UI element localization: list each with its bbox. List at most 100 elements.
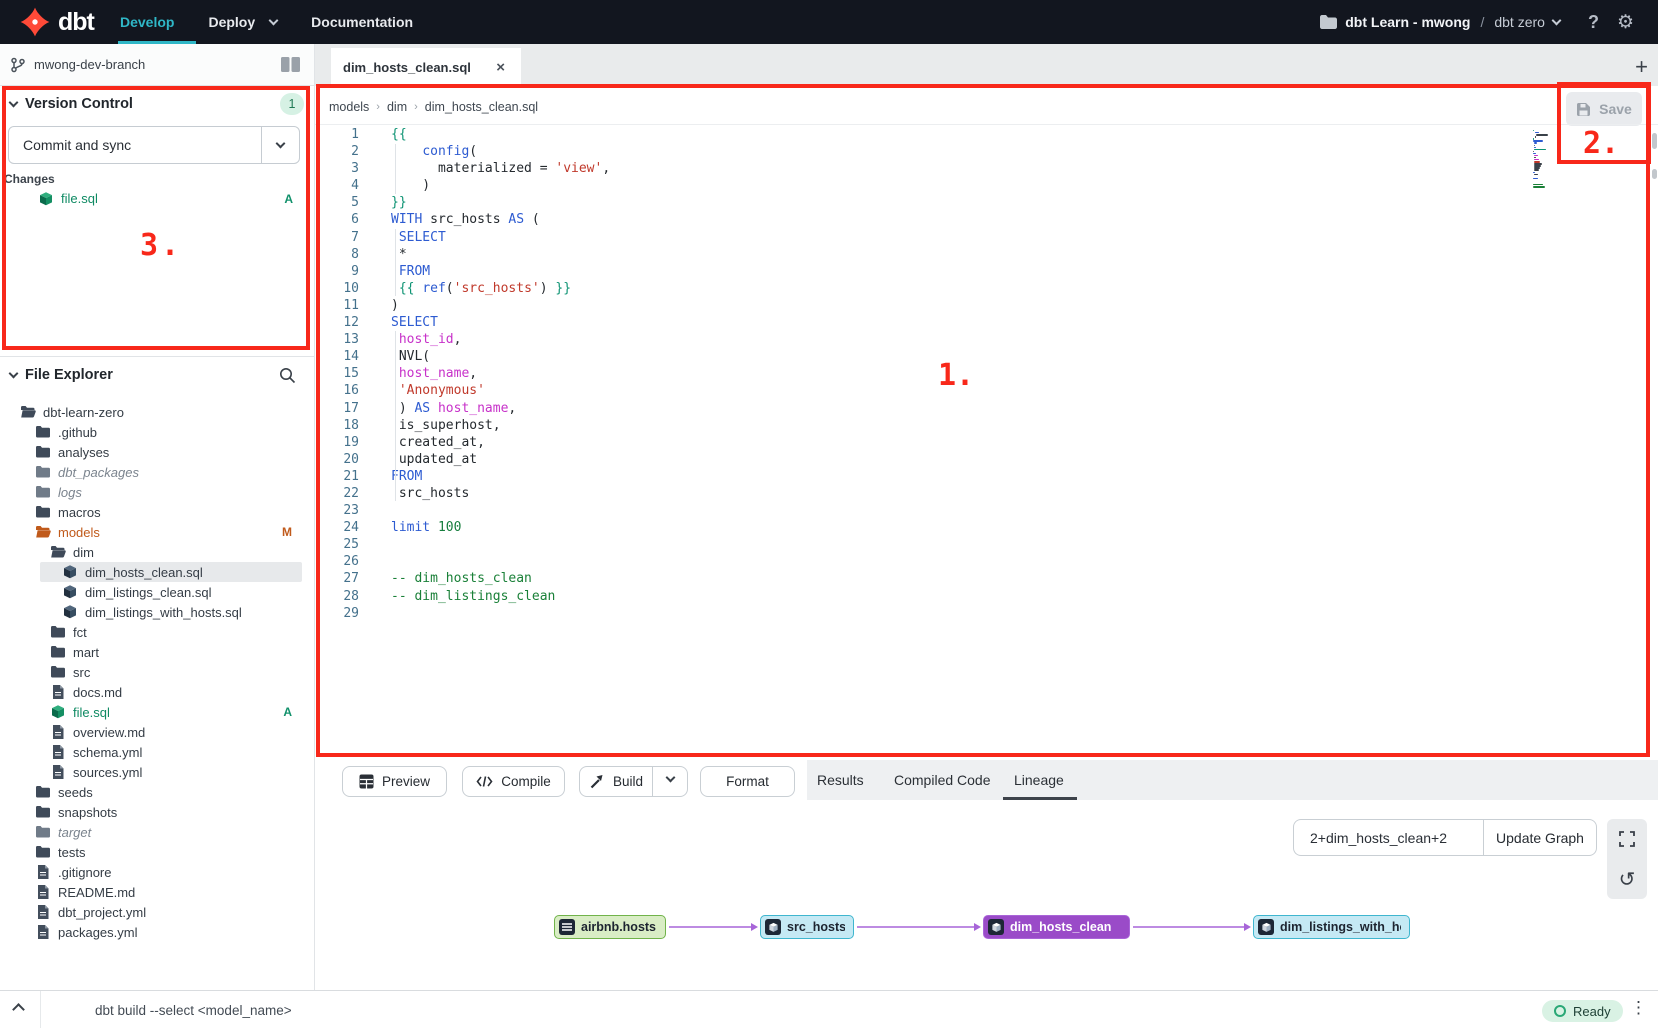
model-icon bbox=[62, 564, 78, 580]
new-tab-icon[interactable]: + bbox=[1635, 54, 1648, 80]
nav-item-develop[interactable]: Develop bbox=[120, 14, 174, 30]
editor-scrollbar-thumb[interactable] bbox=[1652, 133, 1657, 149]
tree-item-packages.yml[interactable]: packages.yml bbox=[0, 922, 314, 942]
format-button-label: Format bbox=[726, 774, 769, 789]
tree-item-snapshots[interactable]: snapshots bbox=[0, 802, 314, 822]
tree-item-logs[interactable]: logs bbox=[0, 482, 314, 502]
tab-compiled-code[interactable]: Compiled Code bbox=[894, 760, 991, 800]
lineage-node-dim_listings_with_hosts[interactable]: dim_listings_with_hosts bbox=[1253, 915, 1410, 939]
tree-item-label: sources.yml bbox=[73, 765, 142, 780]
tab-results[interactable]: Results bbox=[817, 760, 864, 800]
tree-item-seeds[interactable]: seeds bbox=[0, 782, 314, 802]
command-input[interactable]: dbt build --select <model_name> bbox=[95, 991, 292, 1028]
tree-item-fct[interactable]: fct bbox=[0, 622, 314, 642]
tree-item-.github[interactable]: .github bbox=[0, 422, 314, 442]
tree-item-schema.yml[interactable]: schema.yml bbox=[0, 742, 314, 762]
model-cube-icon bbox=[1258, 919, 1274, 935]
tree-item-label: overview.md bbox=[73, 725, 145, 740]
change-file-name: file.sql bbox=[61, 191, 98, 206]
change-status-badge: A bbox=[284, 192, 293, 206]
code-line-9: FROM bbox=[391, 263, 610, 280]
fullscreen-icon[interactable] bbox=[1609, 821, 1645, 857]
commit-and-sync-button[interactable]: Commit and sync bbox=[8, 126, 300, 164]
tree-item-.gitignore[interactable]: .gitignore bbox=[0, 862, 314, 882]
reset-view-icon[interactable]: ↺ bbox=[1609, 861, 1645, 897]
project-name[interactable]: dbt Learn - mwong bbox=[1345, 14, 1470, 30]
breadcrumb-dim[interactable]: dim bbox=[387, 100, 407, 114]
compile-button[interactable]: Compile bbox=[462, 766, 565, 797]
code-content[interactable]: {{ config( materialized = 'view', )}}WIT… bbox=[391, 126, 610, 622]
sidebar: Version Control 1 Commit and sync Change… bbox=[0, 86, 315, 990]
docs-book-icon[interactable] bbox=[281, 57, 300, 72]
code-line-28: -- dim_listings_clean bbox=[391, 588, 610, 605]
tree-item-label: dbt-learn-zero bbox=[43, 405, 124, 420]
environment-name[interactable]: dbt zero bbox=[1494, 14, 1545, 30]
branch-bar: mwong-dev-branch bbox=[0, 44, 315, 86]
format-button[interactable]: Format bbox=[700, 766, 795, 797]
tree-item-dbt_project.yml[interactable]: dbt_project.yml bbox=[0, 902, 314, 922]
tree-item-file.sql[interactable]: file.sqlA bbox=[0, 702, 314, 722]
tree-item-dim_listings_with_hosts.sql[interactable]: dim_listings_with_hosts.sql bbox=[0, 602, 314, 622]
top-nav: dbt Develop Deploy Documentation dbt Lea… bbox=[0, 0, 1658, 44]
build-button[interactable]: Build bbox=[579, 766, 688, 797]
lineage-node-src_hosts[interactable]: src_hosts bbox=[760, 915, 854, 939]
tree-item-tests[interactable]: tests bbox=[0, 842, 314, 862]
update-graph-button[interactable]: Update Graph bbox=[1483, 819, 1597, 856]
folder-icon bbox=[35, 464, 51, 480]
commit-options-split[interactable] bbox=[261, 127, 299, 163]
tree-item-mart[interactable]: mart bbox=[0, 642, 314, 662]
editor-scrollbar-thumb[interactable] bbox=[1652, 169, 1657, 179]
file-explorer-header[interactable]: File Explorer bbox=[0, 357, 314, 393]
tree-item-dbt_packages[interactable]: dbt_packages bbox=[0, 462, 314, 482]
breadcrumb-models[interactable]: models bbox=[329, 100, 369, 114]
tree-item-target[interactable]: target bbox=[0, 822, 314, 842]
version-control-header[interactable]: Version Control 1 bbox=[0, 86, 314, 122]
breadcrumb-file[interactable]: dim_hosts_clean.sql bbox=[425, 100, 538, 114]
env-chevron-down-icon[interactable] bbox=[1552, 16, 1562, 26]
lineage-selector-input[interactable]: 2+dim_hosts_clean+2 bbox=[1293, 819, 1483, 856]
tree-item-README.md[interactable]: README.md bbox=[0, 882, 314, 902]
tree-item-overview.md[interactable]: overview.md bbox=[0, 722, 314, 742]
tree-item-src[interactable]: src bbox=[0, 662, 314, 682]
tree-item-docs.md[interactable]: docs.md bbox=[0, 682, 314, 702]
tree-item-dim[interactable]: dim bbox=[0, 542, 314, 562]
tab-lineage[interactable]: Lineage bbox=[1014, 760, 1064, 800]
search-icon[interactable] bbox=[279, 367, 296, 384]
tree-item-dbt-learn-zero[interactable]: dbt-learn-zero bbox=[0, 402, 314, 422]
tab-close-icon[interactable]: × bbox=[492, 59, 509, 76]
tree-item-models[interactable]: modelsM bbox=[0, 522, 314, 542]
folder-open-icon bbox=[50, 544, 66, 560]
preview-button-label: Preview bbox=[382, 774, 430, 789]
save-button[interactable]: Save bbox=[1566, 92, 1642, 126]
help-icon[interactable]: ? bbox=[1588, 12, 1599, 33]
tab-dim-hosts-clean[interactable]: dim_hosts_clean.sql × bbox=[331, 48, 521, 86]
dbt-logo[interactable]: dbt bbox=[0, 7, 120, 37]
section-chevron-down-icon bbox=[9, 97, 19, 107]
build-chevron-down-icon[interactable] bbox=[666, 773, 676, 783]
change-item-file.sql[interactable]: file.sql A bbox=[0, 188, 315, 209]
nav-item-documentation[interactable]: Documentation bbox=[311, 14, 413, 30]
tree-item-macros[interactable]: macros bbox=[0, 502, 314, 522]
code-line-2: config( bbox=[391, 143, 610, 160]
preview-button[interactable]: Preview bbox=[342, 766, 447, 797]
nav-item-deploy[interactable]: Deploy bbox=[208, 14, 277, 30]
tree-item-label: analyses bbox=[58, 445, 109, 460]
lineage-node-dim_hosts_clean[interactable]: dim_hosts_clean bbox=[983, 915, 1130, 939]
tree-item-analyses[interactable]: analyses bbox=[0, 442, 314, 462]
indent-guide bbox=[395, 331, 396, 501]
editor-minimap[interactable] bbox=[1533, 130, 1553, 190]
kebab-menu-icon[interactable]: ⋮ bbox=[1630, 998, 1647, 1018]
settings-gear-icon[interactable]: ⚙ bbox=[1617, 13, 1634, 32]
branch-name[interactable]: mwong-dev-branch bbox=[34, 57, 145, 72]
tree-item-dim_hosts_clean.sql[interactable]: dim_hosts_clean.sql bbox=[0, 562, 314, 582]
command-panel-chevron-up-icon[interactable] bbox=[12, 1003, 25, 1016]
tree-item-dim_listings_clean.sql[interactable]: dim_listings_clean.sql bbox=[0, 582, 314, 602]
tree-item-label: .gitignore bbox=[58, 865, 111, 880]
indent-guide bbox=[395, 229, 396, 296]
tree-item-sources.yml[interactable]: sources.yml bbox=[0, 762, 314, 782]
tree-item-label: macros bbox=[58, 505, 101, 520]
folder-icon bbox=[35, 804, 51, 820]
code-editor[interactable]: models › dim › dim_hosts_clean.sql Save … bbox=[315, 86, 1658, 760]
lineage-node-airbnb.hosts[interactable]: airbnb.hosts bbox=[554, 915, 666, 939]
code-line-8: * bbox=[391, 246, 610, 263]
